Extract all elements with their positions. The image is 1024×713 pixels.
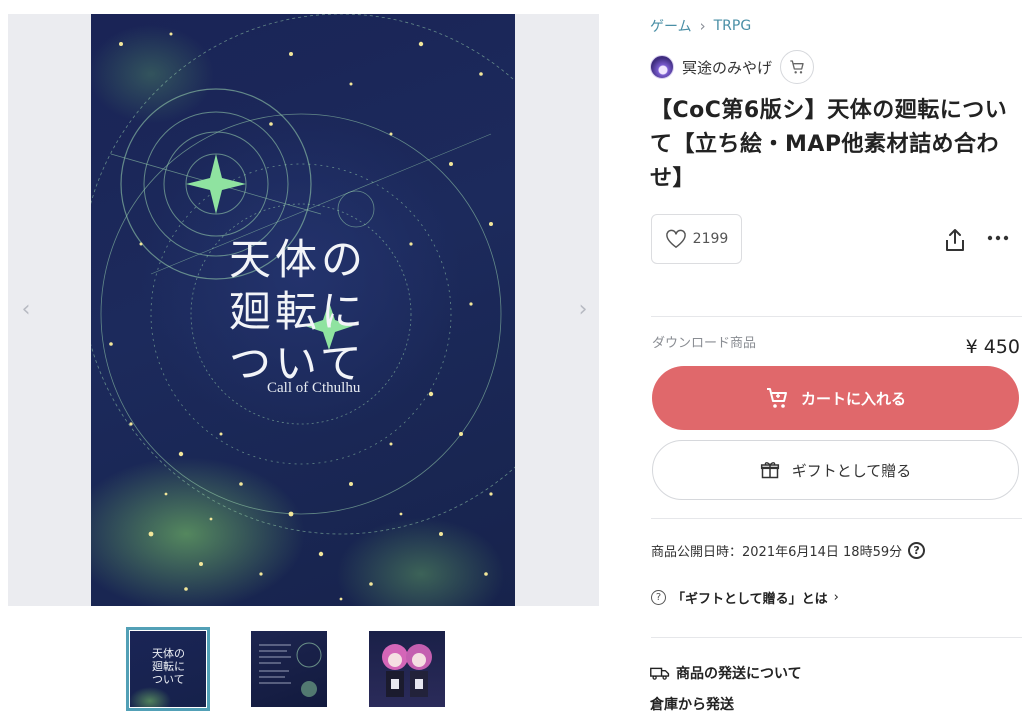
product-title: 【CoC第6版シ】天体の廻転について【立ち絵・MAP他素材詰め合わせ】 bbox=[650, 98, 1008, 191]
shop-avatar[interactable] bbox=[650, 55, 674, 79]
gift-info-link[interactable]: ? 「ギフトとして贈る」とは › bbox=[651, 588, 839, 607]
like-count: 2199 bbox=[692, 231, 729, 247]
truck-icon bbox=[650, 667, 670, 680]
shipping-heading: 商品の発送について bbox=[650, 663, 802, 683]
help-icon[interactable]: ? bbox=[908, 542, 926, 559]
cover-title: 天体の 廻転に ついて bbox=[229, 234, 399, 390]
gift-info-text: 「ギフトとして贈る」とは bbox=[672, 592, 828, 607]
cover-image: 天体の 廻転に ついて Call of Cthulhu bbox=[91, 14, 515, 606]
shipping-heading-text: 商品の発送について bbox=[676, 666, 802, 682]
gift-icon bbox=[760, 462, 779, 479]
chevron-right-icon: › bbox=[833, 590, 839, 605]
publish-date-text: 商品公開日時：2021年6月14日 18時59分 bbox=[651, 545, 903, 560]
send-as-gift-label: ギフトとして贈る bbox=[791, 461, 912, 480]
send-as-gift-button[interactable]: ギフトとして贈る bbox=[652, 440, 1019, 500]
thumbnail-2[interactable] bbox=[247, 627, 331, 711]
divider bbox=[651, 518, 1022, 519]
thumbnail-3-image bbox=[369, 631, 445, 707]
thumbnail-1[interactable]: 天体の廻転について bbox=[126, 627, 210, 711]
gallery-next-button[interactable]: › bbox=[573, 298, 593, 322]
thumbnail-3[interactable] bbox=[365, 627, 449, 711]
divider bbox=[651, 316, 1022, 317]
cover-title-line-1: 天体の bbox=[229, 235, 368, 284]
thumbnail-1-image: 天体の廻転について bbox=[130, 631, 206, 707]
cover-subtitle: Call of Cthulhu bbox=[267, 380, 361, 396]
thumbnail-1-text: 天体の廻転について bbox=[152, 647, 185, 686]
breadcrumb-category-link[interactable]: ゲーム bbox=[650, 16, 692, 36]
thumbnail-3-illustration bbox=[382, 644, 432, 697]
thumbnail-2-illustration bbox=[259, 642, 322, 697]
publish-date: 商品公開日時：2021年6月14日 18時59分 ? bbox=[651, 541, 926, 560]
help-icon: ? bbox=[651, 590, 666, 605]
divider bbox=[651, 637, 1022, 638]
share-icon[interactable] bbox=[944, 228, 966, 252]
thumbnail-2-image bbox=[251, 631, 327, 707]
product-type-label: ダウンロード商品 bbox=[652, 336, 757, 351]
add-to-cart-button[interactable]: カートに入れる bbox=[652, 366, 1019, 430]
like-button[interactable]: 2199 bbox=[651, 214, 742, 264]
gallery-prev-button[interactable]: ‹ bbox=[16, 298, 36, 322]
shop-cart-button[interactable] bbox=[780, 50, 815, 84]
thumbnail-strip: 天体の廻転について bbox=[0, 627, 640, 713]
shop-name-link[interactable]: 冥途のみやげ bbox=[682, 57, 772, 78]
breadcrumb: ゲーム › TRPG bbox=[650, 16, 751, 36]
breadcrumb-subcategory-link[interactable]: TRPG bbox=[714, 18, 752, 34]
cart-icon bbox=[790, 60, 804, 74]
add-to-cart-label: カートに入れる bbox=[800, 389, 906, 408]
product-image-gallery: 天体の 廻転に ついて Call of Cthulhu ‹ › bbox=[8, 14, 599, 606]
cover-title-line-2: 廻転に bbox=[229, 287, 368, 336]
shipping-from: 倉庫から発送 bbox=[650, 697, 734, 713]
shop-info: 冥途のみやげ bbox=[650, 50, 815, 84]
chevron-right-icon: › bbox=[699, 17, 706, 35]
heart-icon bbox=[665, 229, 686, 249]
chevron-right-icon: › bbox=[578, 297, 588, 322]
chevron-left-icon: ‹ bbox=[21, 297, 31, 322]
more-icon[interactable] bbox=[987, 234, 1009, 242]
cart-icon bbox=[766, 388, 787, 408]
product-price: ¥ 450 bbox=[965, 336, 1020, 358]
